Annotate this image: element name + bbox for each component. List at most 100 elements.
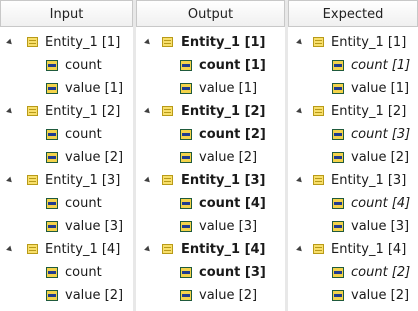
entity-row[interactable]: Entity_1 [2]	[136, 100, 285, 123]
entity-icon	[313, 37, 324, 47]
field-label: count	[65, 265, 102, 280]
collapse-triangle-icon[interactable]	[296, 107, 304, 116]
field-label: value [1]	[351, 81, 410, 96]
entity-label: Entity_1 [2]	[181, 104, 266, 119]
field-icon	[46, 290, 58, 301]
field-row[interactable]: count	[0, 123, 133, 146]
entity-row[interactable]: Entity_1 [3]	[288, 169, 418, 192]
field-label: value [2]	[65, 288, 124, 303]
entity-label: Entity_1 [2]	[45, 104, 121, 119]
field-row[interactable]: count [1]	[288, 54, 418, 77]
field-row[interactable]: value [2]	[0, 284, 133, 307]
entity-label: Entity_1 [4]	[181, 242, 266, 257]
entity-icon	[27, 244, 38, 254]
collapse-triangle-icon[interactable]	[6, 245, 14, 254]
field-row[interactable]: value [1]	[288, 77, 418, 100]
field-row[interactable]: count [2]	[136, 123, 285, 146]
collapse-triangle-icon[interactable]	[6, 107, 14, 116]
entity-row[interactable]: Entity_1 [4]	[136, 238, 285, 261]
entity-icon	[27, 175, 38, 185]
field-label: value [2]	[199, 150, 258, 165]
entity-icon	[313, 106, 324, 116]
field-row[interactable]: count	[0, 261, 133, 284]
field-label: count [2]	[199, 127, 266, 142]
field-row[interactable]: value [3]	[288, 215, 418, 238]
field-row[interactable]: count	[0, 54, 133, 77]
entity-row[interactable]: Entity_1 [1]	[288, 31, 418, 54]
entity-row[interactable]: Entity_1 [2]	[288, 100, 418, 123]
entity-row[interactable]: Entity_1 [4]	[0, 238, 133, 261]
entity-icon	[162, 244, 173, 254]
collapse-triangle-icon[interactable]	[296, 245, 304, 254]
field-icon	[180, 152, 192, 163]
collapse-triangle-icon[interactable]	[144, 245, 152, 254]
field-row[interactable]: count [2]	[288, 261, 418, 284]
field-row[interactable]: value [2]	[0, 146, 133, 169]
entity-icon	[313, 244, 324, 254]
field-icon	[46, 60, 58, 71]
field-label: value [2]	[65, 150, 124, 165]
entity-label: Entity_1 [3]	[181, 173, 266, 188]
field-icon	[332, 152, 344, 163]
collapse-triangle-icon[interactable]	[144, 38, 152, 47]
entity-label: Entity_1 [3]	[45, 173, 121, 188]
entity-label: Entity_1 [4]	[45, 242, 121, 257]
entity-row[interactable]: Entity_1 [4]	[288, 238, 418, 261]
field-row[interactable]: count [3]	[288, 123, 418, 146]
field-icon	[332, 290, 344, 301]
field-row[interactable]: count [3]	[136, 261, 285, 284]
field-row[interactable]: value [1]	[136, 77, 285, 100]
output-column-header[interactable]: Output	[136, 0, 285, 27]
field-label: value [3]	[65, 219, 124, 234]
field-icon	[180, 290, 192, 301]
field-row[interactable]: value [3]	[136, 215, 285, 238]
input-column-header[interactable]: Input	[0, 0, 133, 27]
field-row[interactable]: value [2]	[288, 146, 418, 169]
field-label: count [2]	[351, 265, 411, 280]
entity-row[interactable]: Entity_1 [3]	[136, 169, 285, 192]
field-label: value [1]	[199, 81, 258, 96]
field-row[interactable]: value [2]	[136, 146, 285, 169]
entity-row[interactable]: Entity_1 [1]	[0, 31, 133, 54]
entity-label: Entity_1 [1]	[181, 35, 266, 50]
field-row[interactable]: count [4]	[136, 192, 285, 215]
field-label: value [3]	[199, 219, 258, 234]
field-label: count [1]	[351, 58, 411, 73]
entity-label: Entity_1 [3]	[331, 173, 407, 188]
field-icon	[46, 129, 58, 140]
field-row[interactable]: value [2]	[288, 284, 418, 307]
collapse-triangle-icon[interactable]	[144, 107, 152, 116]
expected-column: Expected Entity_1 [1] count [1] value [1] E…	[288, 0, 418, 311]
collapse-triangle-icon[interactable]	[6, 176, 14, 185]
field-row[interactable]: value [1]	[0, 77, 133, 100]
field-label: value [2]	[351, 288, 410, 303]
entity-row[interactable]: Entity_1 [2]	[0, 100, 133, 123]
field-label: value [2]	[199, 288, 258, 303]
collapse-triangle-icon[interactable]	[6, 38, 14, 47]
field-icon	[180, 198, 192, 209]
field-label: count [3]	[199, 265, 266, 280]
field-icon	[46, 83, 58, 94]
entity-row[interactable]: Entity_1 [3]	[0, 169, 133, 192]
field-icon	[332, 83, 344, 94]
entity-icon	[313, 175, 324, 185]
collapse-triangle-icon[interactable]	[296, 38, 304, 47]
field-label: count [1]	[199, 58, 266, 73]
field-icon	[332, 221, 344, 232]
field-row[interactable]: count [1]	[136, 54, 285, 77]
field-label: count	[65, 127, 102, 142]
field-icon	[180, 83, 192, 94]
field-row[interactable]: value [2]	[136, 284, 285, 307]
field-row[interactable]: value [3]	[0, 215, 133, 238]
field-row[interactable]: count	[0, 192, 133, 215]
field-icon	[46, 198, 58, 209]
collapse-triangle-icon[interactable]	[144, 176, 152, 185]
field-label: count [4]	[199, 196, 266, 211]
collapse-triangle-icon[interactable]	[296, 176, 304, 185]
expected-column-header[interactable]: Expected	[288, 0, 418, 27]
field-row[interactable]: count [4]	[288, 192, 418, 215]
field-icon	[332, 198, 344, 209]
entity-row[interactable]: Entity_1 [1]	[136, 31, 285, 54]
field-icon	[180, 267, 192, 278]
field-icon	[332, 129, 344, 140]
